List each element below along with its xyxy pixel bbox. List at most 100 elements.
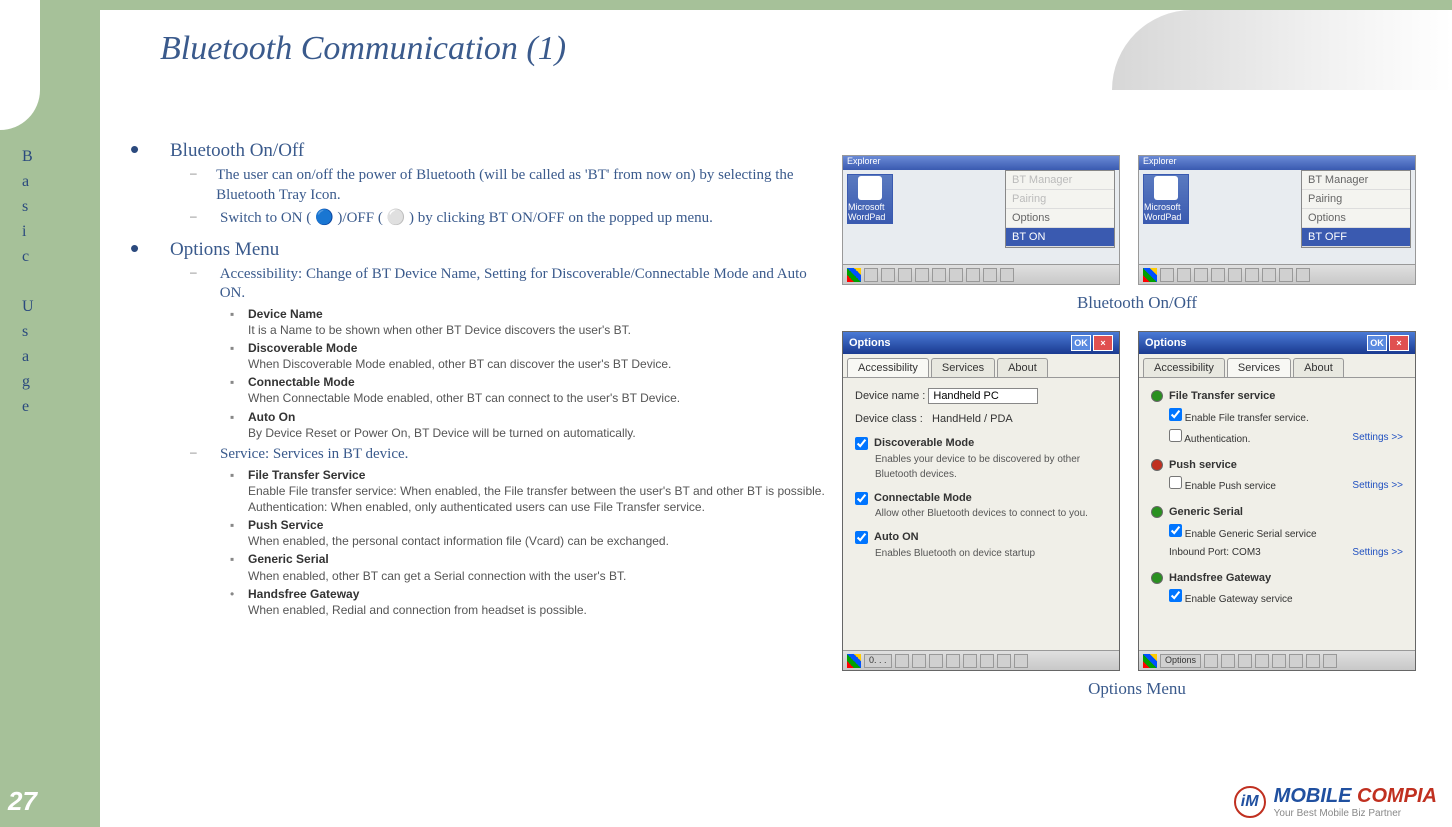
tray-icon[interactable]: [1238, 654, 1252, 668]
ok-button[interactable]: OK: [1367, 335, 1387, 351]
dash-icon: –: [190, 265, 220, 304]
tray-icon[interactable]: [1221, 654, 1235, 668]
top-right-curve: [1112, 10, 1452, 90]
tray-icon[interactable]: [1306, 654, 1320, 668]
tray-icon[interactable]: [864, 268, 878, 282]
close-button[interactable]: ×: [1389, 335, 1409, 351]
start-icon[interactable]: [847, 654, 861, 668]
taskbar-button[interactable]: 0. . .: [864, 654, 892, 668]
settings-link[interactable]: Settings >>: [1352, 545, 1403, 560]
checkbox[interactable]: [855, 492, 868, 505]
tab[interactable]: Services: [931, 358, 995, 377]
tray-icon[interactable]: [1228, 268, 1242, 282]
bullet-dot: •: [130, 140, 170, 162]
tray-icon[interactable]: [1296, 268, 1310, 282]
close-button[interactable]: ×: [1093, 335, 1113, 351]
service-row: Authentication.Settings >>: [1169, 429, 1403, 447]
tray-icon[interactable]: [980, 654, 994, 668]
tray-icon[interactable]: [1000, 268, 1014, 282]
tab[interactable]: About: [997, 358, 1048, 377]
checkbox[interactable]: [855, 437, 868, 450]
taskbar: [1139, 264, 1415, 284]
tab-bar: AccessibilityServicesAbout: [1139, 354, 1415, 378]
checkbox[interactable]: [1169, 524, 1182, 537]
tab[interactable]: Accessibility: [847, 358, 929, 377]
tray-icon[interactable]: [1211, 268, 1225, 282]
l3-desc: It is a Name to be shown when other BT D…: [248, 322, 830, 338]
settings-link[interactable]: Settings >>: [1352, 430, 1403, 445]
tray-icon[interactable]: [895, 654, 909, 668]
tray-icon[interactable]: [1289, 654, 1303, 668]
l2-text: Accessibility: Change of BT Device Name,…: [220, 265, 830, 304]
device-name-field: Device name :: [855, 388, 1107, 405]
checkbox[interactable]: [1169, 476, 1182, 489]
window-titlebar: Explorer: [1139, 156, 1415, 170]
tray-icon[interactable]: [1255, 654, 1269, 668]
tab[interactable]: About: [1293, 358, 1344, 377]
tray-icon[interactable]: [1323, 654, 1337, 668]
tray-icon[interactable]: [881, 268, 895, 282]
tray-icon[interactable]: [1160, 268, 1174, 282]
titlebar: OptionsOK×: [1139, 332, 1415, 354]
ok-button[interactable]: OK: [1071, 335, 1091, 351]
window-title: Options: [849, 337, 891, 349]
settings-link[interactable]: Settings >>: [1352, 478, 1403, 493]
status-dot-icon: [1151, 390, 1163, 402]
tray-icon[interactable]: [1279, 268, 1293, 282]
square-bullet: ▪: [230, 306, 248, 322]
checkbox[interactable]: [1169, 589, 1182, 602]
menu-item[interactable]: Options: [1302, 209, 1410, 228]
tray-icon[interactable]: [1204, 654, 1218, 668]
service-row: Enable Generic Serial service: [1169, 524, 1403, 542]
service-row: Enable Push serviceSettings >>: [1169, 476, 1403, 494]
tray-icon[interactable]: [1245, 268, 1259, 282]
logo-tagline: Your Best Mobile Biz Partner: [1274, 808, 1437, 819]
menu-item[interactable]: BT Manager: [1302, 171, 1410, 190]
tray-icon[interactable]: [915, 268, 929, 282]
menu-item[interactable]: Pairing: [1006, 190, 1114, 209]
checkbox-desc: Enables your device to be discovered by …: [875, 452, 1107, 482]
start-icon[interactable]: [1143, 654, 1157, 668]
menu-item[interactable]: Pairing: [1302, 190, 1410, 209]
square-bullet: •: [230, 586, 248, 602]
window-titlebar: Explorer: [843, 156, 1119, 170]
menu-item[interactable]: BT ON: [1006, 228, 1114, 247]
menu-item[interactable]: Options: [1006, 209, 1114, 228]
taskbar-button[interactable]: Options: [1160, 654, 1201, 668]
l3-title: Discoverable Mode: [248, 341, 357, 355]
start-icon[interactable]: [1143, 268, 1157, 282]
device-name-input[interactable]: [928, 388, 1038, 404]
tab[interactable]: Accessibility: [1143, 358, 1225, 377]
status-dot-icon: [1151, 506, 1163, 518]
tray-icon[interactable]: [1262, 268, 1276, 282]
tray-icon[interactable]: [1014, 654, 1028, 668]
tray-icon[interactable]: [946, 654, 960, 668]
tray-icon[interactable]: [966, 268, 980, 282]
tray-icon[interactable]: [898, 268, 912, 282]
dash-icon: –: [190, 209, 220, 229]
menu-item[interactable]: BT OFF: [1302, 228, 1410, 247]
tray-icon[interactable]: [997, 654, 1011, 668]
desktop-icon: Microsoft WordPad: [1143, 174, 1189, 224]
checkbox-desc: Allow other Bluetooth devices to connect…: [875, 506, 1107, 521]
checkbox[interactable]: [855, 531, 868, 544]
dash-icon: –: [190, 445, 220, 465]
sidebar-label: Basic Usage: [22, 145, 34, 420]
tab[interactable]: Services: [1227, 358, 1291, 377]
checkbox[interactable]: [1169, 429, 1182, 442]
checkbox[interactable]: [1169, 408, 1182, 421]
tray-icon[interactable]: [1177, 268, 1191, 282]
tray-icon[interactable]: [949, 268, 963, 282]
l1-heading: Options Menu: [170, 239, 279, 261]
tray-icon[interactable]: [912, 654, 926, 668]
checkbox-desc: Enables Bluetooth on device startup: [875, 546, 1107, 561]
menu-item[interactable]: BT Manager: [1006, 171, 1114, 190]
service-header: Push service: [1151, 457, 1403, 474]
start-icon[interactable]: [847, 268, 861, 282]
tray-icon[interactable]: [983, 268, 997, 282]
tray-icon[interactable]: [963, 654, 977, 668]
tray-icon[interactable]: [1272, 654, 1286, 668]
tray-icon[interactable]: [1194, 268, 1208, 282]
tray-icon[interactable]: [932, 268, 946, 282]
tray-icon[interactable]: [929, 654, 943, 668]
